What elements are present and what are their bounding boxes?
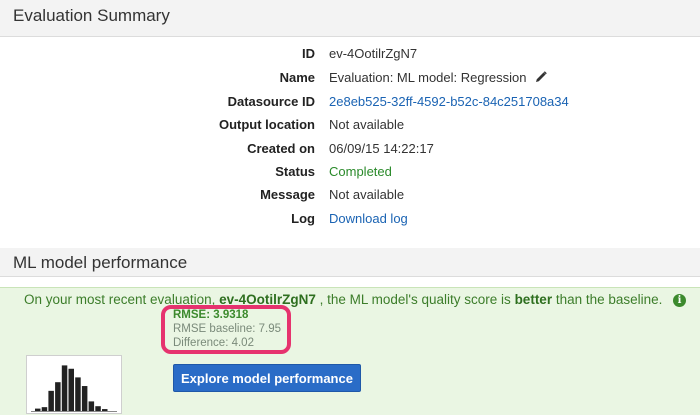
download-log-link[interactable]: Download log — [329, 211, 408, 226]
row-datasource-id: Datasource ID 2e8eb525-32ff-4592-b52c-84… — [0, 91, 700, 113]
histogram-bar — [88, 401, 95, 411]
status-label: Status — [275, 164, 315, 179]
status-value: Completed — [329, 164, 392, 179]
histogram-bar — [81, 386, 88, 411]
highlight-outline — [161, 305, 291, 354]
id-value: ev-4OotilrZgN7 — [329, 46, 418, 61]
message-middle: , the ML model's quality score is — [315, 292, 515, 307]
quality-word: better — [514, 292, 553, 307]
histogram-bar — [55, 382, 61, 411]
message-label: Message — [260, 187, 315, 202]
histogram-bar — [75, 377, 81, 411]
name-label: Name — [279, 70, 315, 85]
id-label: ID — [302, 46, 315, 61]
info-icon[interactable]: i — [673, 294, 686, 307]
name-value: Evaluation: ML model: Regression — [329, 70, 527, 85]
evaluation-summary-title: Evaluation Summary — [13, 6, 170, 25]
row-id: ID ev-4OotilrZgN7 — [0, 43, 700, 65]
datasource-id-link[interactable]: 2e8eb525-32ff-4592-b52c-84c251708a34 — [329, 94, 569, 109]
row-created-on: Created on 06/09/15 14:22:17 — [0, 138, 700, 160]
created-on-value: 06/09/15 14:22:17 — [329, 141, 434, 156]
histogram-bar — [35, 408, 41, 411]
row-message: Message Not available — [0, 184, 700, 206]
histogram-bar — [95, 406, 101, 411]
histogram-bar — [68, 368, 74, 411]
evaluation-summary-header: Evaluation Summary — [0, 0, 700, 37]
performance-message: On your most recent evaluation, ev-4Ooti… — [24, 292, 662, 307]
message-suffix: than the baseline. — [552, 292, 663, 307]
row-output-location: Output location Not available — [0, 114, 700, 136]
name-value-wrap: Evaluation: ML model: Regression — [329, 70, 547, 85]
created-on-label: Created on — [247, 141, 315, 156]
explore-model-performance-button[interactable]: Explore model performance — [173, 364, 361, 392]
datasource-id-label: Datasource ID — [227, 94, 315, 109]
ml-performance-title: ML model performance — [13, 253, 188, 272]
histogram-bar — [48, 390, 54, 411]
row-status: Status Completed — [0, 161, 700, 183]
row-log: Log Download log — [0, 208, 700, 230]
output-location-label: Output location — [218, 117, 315, 132]
row-name: Name Evaluation: ML model: Regression — [0, 67, 700, 89]
log-label: Log — [291, 211, 315, 226]
message-value: Not available — [329, 187, 405, 202]
histogram-bar — [61, 365, 68, 411]
histogram-bar — [41, 407, 48, 411]
histogram-bar — [102, 409, 108, 411]
output-location-value: Not available — [329, 117, 405, 132]
pencil-icon[interactable] — [535, 71, 547, 83]
performance-histogram[interactable] — [26, 355, 122, 414]
histogram-chart — [31, 365, 117, 412]
ml-performance-header: ML model performance — [0, 248, 700, 277]
